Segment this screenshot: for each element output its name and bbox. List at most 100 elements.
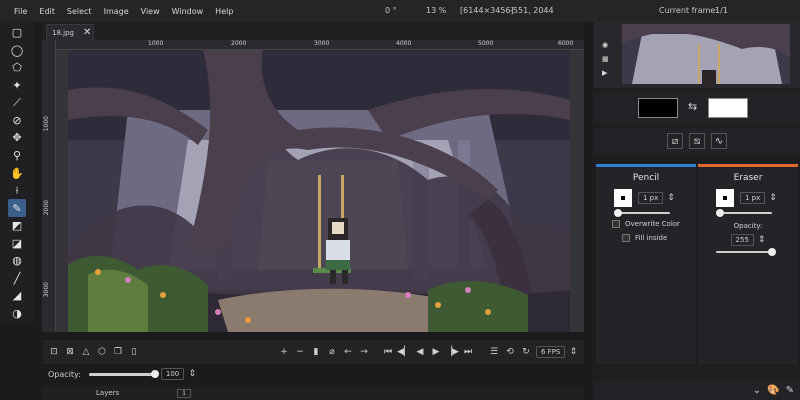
pixel-perfect-icon[interactable]: ∿ (711, 133, 727, 149)
chevron-updown-icon[interactable]: ⇕ (184, 366, 200, 382)
eraser-size-slider[interactable] (716, 209, 772, 217)
ruler-tick-label: 4000 (396, 40, 412, 47)
bucket-icon[interactable]: ◪ (8, 234, 26, 252)
move-frame-right-icon[interactable]: → (356, 344, 372, 360)
pan-hand-icon[interactable]: ✋ (8, 164, 26, 182)
timeline-menu-icon[interactable]: ☰ (486, 344, 502, 360)
chevron-updown-icon[interactable]: ⇕ (758, 235, 766, 245)
shading-icon[interactable]: ◍ (8, 252, 26, 270)
play-forward-icon[interactable]: ▶ (428, 344, 444, 360)
remove-frame-icon[interactable]: − (292, 344, 308, 360)
pencil-size-slider[interactable] (614, 209, 670, 217)
jump-last-icon[interactable]: ⏭ (460, 344, 476, 360)
zoom-icon[interactable]: ⚲ (8, 147, 26, 165)
eraser-opacity-slider[interactable] (716, 248, 776, 256)
layer-opacity-slider[interactable] (88, 369, 159, 378)
color-picker-row: ⇆ (594, 92, 800, 124)
slider-knob[interactable] (614, 209, 622, 217)
swap-colors-icon[interactable]: ⇆ (688, 100, 697, 113)
eraser-opacity-value[interactable]: 255 (730, 234, 754, 246)
loop-icon[interactable]: ⟲ (502, 344, 518, 360)
pencil-icon[interactable]: ✎ (8, 199, 26, 217)
jump-first-icon[interactable]: ⏮ (380, 344, 396, 360)
menu-view[interactable]: View (135, 7, 166, 16)
lasso-icon[interactable]: ⟋ (8, 94, 26, 112)
frame-first-icon[interactable]: ⊡ (46, 344, 62, 360)
onion-past-icon[interactable]: △ (78, 344, 94, 360)
preview-panel: ◉ ▦ ▶ (594, 22, 800, 88)
onion-skin-icon[interactable]: ⊠ (62, 344, 78, 360)
mirror-horizontal-icon[interactable]: ⧄ (667, 133, 683, 149)
tab-filename: 18.jpg (52, 28, 74, 37)
magic-wand-icon[interactable]: ✦ (8, 77, 26, 95)
eraser-accent-bar (698, 164, 798, 167)
overwrite-color-checkbox[interactable]: Overwrite Color (596, 220, 696, 228)
color-select-icon[interactable]: ⊘ (8, 112, 26, 130)
menu-select[interactable]: Select (61, 7, 98, 16)
close-icon[interactable]: ✕ (83, 27, 91, 38)
eye-icon[interactable]: ◉ (602, 38, 609, 52)
line-icon[interactable]: ╱ (8, 269, 26, 287)
grid-icon[interactable]: ▦ (602, 52, 609, 66)
eyedropper-icon[interactable]: ⟊ (8, 182, 26, 200)
palette-selector[interactable]: ⌄ 🎨 ✎ (594, 380, 800, 400)
primary-color-swatch[interactable] (638, 98, 678, 118)
eraser-size-value[interactable]: 1 px (740, 192, 766, 204)
paste-frame-icon[interactable]: ▯ (126, 344, 142, 360)
current-frame-value: 1/1 (715, 6, 728, 15)
copy-frame-icon[interactable]: ❐ (110, 344, 126, 360)
secondary-color-swatch[interactable] (708, 98, 748, 118)
rect-select-icon[interactable]: ▢ (8, 24, 26, 42)
menu-window[interactable]: Window (166, 7, 210, 16)
brush-preview[interactable] (716, 189, 734, 207)
right-panel: ◉ ▦ ▶ ⇆ ⧄ ⧅ ∿ Pencil 1 px ⇕ Overwrite Co… (592, 22, 800, 400)
rotation-readout: 0 ° (385, 6, 397, 15)
checkbox-box[interactable] (612, 220, 620, 228)
play-icon[interactable]: ▶ (602, 66, 609, 80)
fps-spinbox[interactable]: 6 FPS (536, 346, 566, 358)
ruler-tick-label: 1000 (43, 116, 50, 132)
mirror-vertical-icon[interactable]: ⧅ (689, 133, 705, 149)
move-frame-left-icon[interactable]: ← (340, 344, 356, 360)
checkbox-box[interactable] (622, 234, 630, 242)
pencil-size-row: 1 px ⇕ (596, 189, 696, 207)
tab-file[interactable]: 18.jpg ✕ (46, 24, 94, 40)
menu-file[interactable]: File (0, 7, 33, 16)
chevron-updown-icon[interactable]: ⇕ (769, 193, 777, 203)
menu-help[interactable]: Help (209, 7, 239, 16)
canvas-artwork[interactable] (68, 50, 570, 332)
opacity-label: Opacity: (48, 369, 81, 379)
palette-edit-icon[interactable]: ✎ (786, 385, 794, 396)
layer-index[interactable]: 1 (177, 388, 191, 398)
move-icon[interactable]: ✥ (8, 129, 26, 147)
fill-inside-checkbox[interactable]: Fill inside (596, 234, 696, 242)
slider-knob[interactable] (150, 369, 159, 378)
eraser-title: Eraser (733, 173, 763, 183)
palette-icon[interactable]: 🎨 (767, 385, 779, 396)
polygon-select-icon[interactable]: ⬠ (8, 59, 26, 77)
crop-icon[interactable]: ◑ (8, 305, 26, 323)
add-frame-icon[interactable]: + (276, 344, 292, 360)
chevron-down-icon[interactable]: ⌄ (753, 385, 761, 396)
onion-future-icon[interactable]: ⬡ (94, 344, 110, 360)
pencil-size-value[interactable]: 1 px (638, 192, 664, 204)
menu-edit[interactable]: Edit (33, 7, 61, 16)
ellipse-select-icon[interactable]: ◯ (8, 42, 26, 60)
play-backward-icon[interactable]: ◀ (412, 344, 428, 360)
eraser-icon[interactable]: ◩ (8, 217, 26, 235)
prev-frame-icon[interactable]: ◀▏ (396, 344, 412, 360)
slider-knob[interactable] (768, 248, 776, 256)
cursor-coords-readout: -551, 2044 (510, 6, 554, 15)
clone-frame-icon[interactable]: ▮ (308, 344, 324, 360)
next-frame-icon[interactable]: ▕▶ (444, 344, 460, 360)
chevron-updown-icon[interactable]: ⇕ (667, 193, 675, 203)
brush-preview[interactable] (614, 189, 632, 207)
gradient-icon[interactable]: ◢ (8, 287, 26, 305)
slider-knob[interactable] (716, 209, 724, 217)
loop-mode-icon[interactable]: ↻ (518, 344, 534, 360)
canvas-viewport[interactable] (56, 50, 584, 332)
menu-image[interactable]: Image (98, 7, 135, 16)
opacity-value[interactable]: 100 (160, 368, 185, 380)
chevron-updown-icon[interactable]: ⇕ (565, 344, 581, 360)
tag-frame-icon[interactable]: ⌀ (324, 344, 340, 360)
